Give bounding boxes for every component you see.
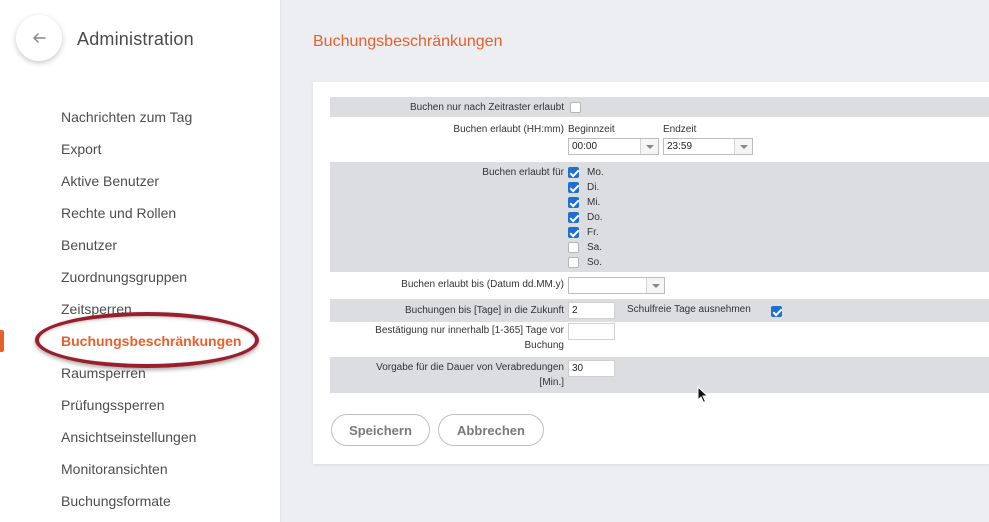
save-button[interactable]: Speichern [331,414,430,446]
day-mo[interactable]: Mo. [568,167,604,178]
day-checkbox[interactable] [568,212,579,223]
bestaetigung-label: Bestätigung nur innerhalb [1-365] Tage v… [375,323,564,353]
nav-item-nachrichten[interactable]: Nachrichten zum Tag [0,101,281,133]
back-button[interactable] [16,15,62,61]
cancel-button[interactable]: Abbrechen [438,414,544,446]
day-checkbox[interactable] [568,242,579,253]
nav-item-ansichtseinstellungen[interactable]: Ansichtseinstellungen [0,421,281,453]
chevron-down-icon [734,139,752,154]
nav-item-zeitsperren[interactable]: Zeitsperren [0,293,281,325]
ende-select[interactable]: 23:59 [663,138,753,155]
day-label: Sa. [587,242,603,253]
mouse-pointer-icon [697,386,709,404]
sidebar: Administration Nachrichten zum Tag Expor… [0,0,281,522]
bis-datum-label: Buchen erlaubt bis (Datum dd.MM.y) [401,279,564,290]
bis-datum-select[interactable] [568,277,665,294]
chevron-down-icon [640,139,658,154]
day-fr[interactable]: Fr. [568,227,599,238]
ende-label: Endzeit [663,124,697,135]
day-di[interactable]: Di. [568,182,599,193]
nav-item-rechte-rollen[interactable]: Rechte und Rollen [0,197,281,229]
schulfrei-checkbox[interactable] [771,306,782,317]
dauer-label: Vorgabe für die Dauer von Verabredungen … [376,360,564,390]
page-title: Buchungsbeschränkungen [313,33,503,50]
bestaetigung-label-line2: Buchung [524,340,564,351]
nav-item-benutzer[interactable]: Benutzer [0,229,281,261]
tage-label: Buchen erlaubt für [482,167,564,178]
day-mi[interactable]: Mi. [568,197,600,208]
beginn-select[interactable]: 00:00 [568,138,659,155]
zukunft-label: Buchungen bis [Tage] in die Zukunft [405,305,564,316]
nav-item-buchungsformate[interactable]: Buchungsformate [0,485,281,517]
day-so[interactable]: So. [568,257,602,268]
dauer-input[interactable]: 30 [568,360,615,377]
zeitraster-label: Buchen nur nach Zeitraster erlaubt [410,102,564,113]
row-zeitraster: Buchen nur nach Zeitraster erlaubt [330,97,989,117]
chevron-down-icon [646,278,664,293]
day-sa[interactable]: Sa. [568,242,602,253]
dauer-label-line2: [Min.] [539,377,564,388]
day-checkbox[interactable] [568,182,579,193]
arrow-left-icon [33,33,46,43]
sidebar-title: Administration [77,29,194,49]
row-dauer: Vorgabe für die Dauer von Verabredungen … [330,357,989,393]
day-label: Mo. [587,167,604,178]
beginn-value: 00:00 [572,141,598,152]
zukunft-input[interactable]: 2 [568,302,615,319]
nav-item-monitoransichten[interactable]: Monitoransichten [0,453,281,485]
nav-item-raumsperren[interactable]: Raumsperren [0,357,281,389]
settings-card: Buchen nur nach Zeitraster erlaubt Buche… [313,82,989,464]
day-checkbox[interactable] [568,167,579,178]
day-label: Mi. [587,197,601,208]
dauer-label-line1: Vorgabe für die Dauer von Verabredungen [376,362,564,373]
day-checkbox[interactable] [568,197,579,208]
schulfrei-label: Schulfreie Tage ausnehmen [627,304,751,315]
row-bis-datum: Buchen erlaubt bis (Datum dd.MM.y) [330,272,989,299]
ende-value: 23:59 [667,141,693,152]
bestaetigung-input[interactable] [568,323,615,340]
day-label: Di. [587,182,600,193]
day-do[interactable]: Do. [568,212,603,223]
admin-nav: Nachrichten zum Tag Export Aktive Benutz… [0,101,281,517]
bestaetigung-label-line1: Bestätigung nur innerhalb [1-365] Tage v… [375,325,564,336]
nav-item-label: Buchungsbeschränkungen [61,333,242,349]
nav-item-pruefungssperren[interactable]: Prüfungssperren [0,389,281,421]
nav-item-zuordnungsgruppen[interactable]: Zuordnungsgruppen [0,261,281,293]
day-label: So. [587,257,603,268]
row-bestaetigung: Bestätigung nur innerhalb [1-365] Tage v… [330,322,989,357]
day-checkbox[interactable] [568,257,579,268]
erlaubt-zeit-label: Buchen erlaubt (HH:mm) [453,124,564,135]
beginn-label: Beginnzeit [568,124,615,135]
nav-item-aktive-benutzer[interactable]: Aktive Benutzer [0,165,281,197]
nav-item-buchungsbeschraenkungen[interactable]: Buchungsbeschränkungen [0,325,281,357]
row-zukunft: Buchungen bis [Tage] in die Zukunft 2 Sc… [330,299,989,322]
row-tage: Buchen erlaubt für Mo. Di. Mi. Do. Fr. S… [330,162,989,272]
day-label: Fr. [587,227,599,238]
day-label: Do. [587,212,603,223]
nav-item-export[interactable]: Export [0,133,281,165]
zeitraster-checkbox[interactable] [570,102,581,113]
row-erlaubt-zeit: Buchen erlaubt (HH:mm) Beginnzeit Endzei… [330,117,989,162]
active-indicator [0,330,4,352]
day-checkbox[interactable] [568,227,579,238]
